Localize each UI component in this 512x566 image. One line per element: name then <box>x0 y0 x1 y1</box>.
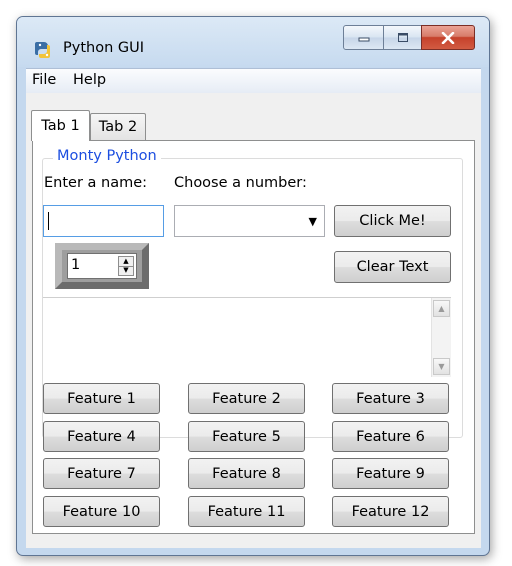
window-title: Python GUI <box>63 40 144 56</box>
spin-down-arrow-icon[interactable]: ▼ <box>119 266 133 275</box>
name-input[interactable] <box>43 205 164 237</box>
monty-python-frame: Monty Python Enter a name: Choose a numb… <box>42 148 463 452</box>
feature-8-button[interactable]: Feature 8 <box>188 458 305 489</box>
close-button[interactable] <box>421 25 475 50</box>
spinbox-frame: 1 ▲ ▼ <box>55 243 149 289</box>
close-icon <box>441 31 455 44</box>
vertical-scrollbar[interactable]: ▲ ▼ <box>431 298 451 377</box>
feature-2-button[interactable]: Feature 2 <box>188 383 305 414</box>
feature-10-button[interactable]: Feature 10 <box>43 496 160 527</box>
feature-11-button[interactable]: Feature 11 <box>188 496 305 527</box>
feature-12-button[interactable]: Feature 12 <box>332 496 449 527</box>
client-area: Tab 1 Tab 2 Monty Python Enter a name: C… <box>26 93 481 548</box>
number-spinbox[interactable]: 1 ▲ ▼ <box>67 253 137 279</box>
number-combobox[interactable]: ▼ <box>174 205 325 237</box>
feature-4-button[interactable]: Feature 4 <box>43 421 160 452</box>
tab-2[interactable]: Tab 2 <box>90 113 146 140</box>
feature-9-button[interactable]: Feature 9 <box>332 458 449 489</box>
menu-file[interactable]: File <box>32 72 56 88</box>
feature-5-button[interactable]: Feature 5 <box>188 421 305 452</box>
feature-7-button[interactable]: Feature 7 <box>43 458 160 489</box>
number-label: Choose a number: <box>174 175 307 191</box>
menu-bar: File Help <box>26 68 481 93</box>
tab-1-panel: Monty Python Enter a name: Choose a numb… <box>32 140 475 534</box>
minimize-icon <box>358 37 369 41</box>
feature-3-button[interactable]: Feature 3 <box>332 383 449 414</box>
title-bar[interactable]: Python GUI <box>17 17 489 67</box>
scroll-down-arrow-icon[interactable]: ▼ <box>433 358 450 375</box>
spinbox-buttons: ▲ ▼ <box>118 256 134 276</box>
python-app-icon <box>35 42 50 58</box>
feature-1-button[interactable]: Feature 1 <box>43 383 160 414</box>
dropdown-arrow-icon[interactable]: ▼ <box>309 215 317 228</box>
clear-text-button[interactable]: Clear Text <box>334 251 451 283</box>
tab-1[interactable]: Tab 1 <box>31 110 90 141</box>
python-gui-window: Python GUI File Help Tab 1 Tab 2 Monty P… <box>16 16 490 556</box>
frame-title: Monty Python <box>53 148 161 164</box>
minimize-button[interactable] <box>343 25 384 50</box>
text-caret <box>48 212 49 230</box>
spinbox-value: 1 <box>71 257 81 273</box>
scroll-up-arrow-icon[interactable]: ▲ <box>433 300 450 317</box>
click-me-button[interactable]: Click Me! <box>334 205 451 237</box>
name-label: Enter a name: <box>44 175 148 191</box>
maximize-button[interactable] <box>383 25 422 50</box>
menu-help[interactable]: Help <box>73 72 106 88</box>
scrolled-text-area[interactable]: ▲ ▼ <box>43 297 451 377</box>
maximize-icon <box>397 33 408 42</box>
feature-6-button[interactable]: Feature 6 <box>332 421 449 452</box>
